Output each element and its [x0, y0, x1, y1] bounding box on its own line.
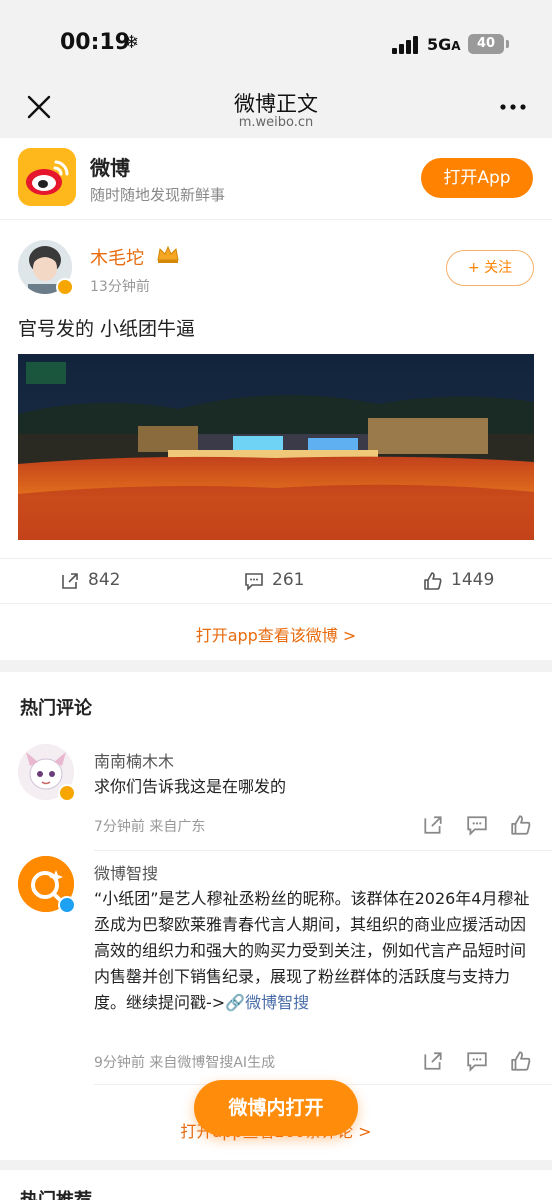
verified-badge-icon: [58, 784, 76, 802]
post-time: 13分钟前: [90, 279, 150, 295]
section-gap: [0, 1160, 552, 1170]
comment-actions: [422, 814, 542, 838]
comment-icon: [245, 573, 263, 591]
thumbs-up-icon: [424, 572, 442, 590]
hot-comments-title: 热门评论: [20, 698, 92, 719]
battery-indicator: 40: [468, 34, 504, 54]
thumbs-up-icon[interactable]: [510, 814, 532, 836]
network-indicator: 5GA: [427, 35, 461, 54]
status-time: 00:19: [60, 30, 131, 55]
page-title: 微博正文: [234, 92, 318, 116]
commenter-name[interactable]: 南南楠木木: [94, 748, 174, 772]
divider: [94, 850, 552, 851]
snowflake-icon: ❄: [124, 32, 140, 53]
author-avatar[interactable]: [18, 240, 74, 296]
app-name: 微博: [90, 156, 130, 180]
crown-icon: [157, 245, 179, 263]
app-tagline: 随时随地发现新鲜事: [90, 186, 226, 204]
comment-icon[interactable]: [466, 1050, 488, 1072]
thumbs-up-icon[interactable]: [510, 1050, 532, 1072]
share-icon[interactable]: [422, 814, 444, 836]
post-text: 官号发的 小纸团牛逼: [18, 318, 196, 340]
repost-count: 842: [88, 570, 121, 590]
like-button[interactable]: 1449: [424, 570, 495, 590]
comment-meta: 9分钟前 来自微博智搜AI生成: [94, 1055, 276, 1071]
ai-search-link[interactable]: 🔗微博智搜: [225, 993, 309, 1012]
more-icon[interactable]: [498, 92, 528, 122]
post-card: 木毛坨 13分钟前 + 关注 官号发的 小纸团牛逼 842 261 1449 打…: [0, 220, 552, 660]
post-image[interactable]: [18, 354, 534, 540]
battery-tip: [506, 40, 509, 48]
page-url: m.weibo.cn: [238, 115, 314, 130]
open-weibo-in-app-link[interactable]: 打开app查看该微博 >: [0, 622, 552, 646]
open-in-weibo-button[interactable]: 微博内打开: [194, 1080, 358, 1136]
repost-button[interactable]: 842: [62, 570, 121, 590]
weibo-logo-icon: [18, 148, 76, 206]
post-actions: 842 261 1449: [0, 558, 552, 604]
comment-meta: 7分钟前 来自广东: [94, 819, 206, 835]
comment-count: 261: [272, 570, 305, 590]
hot-recommend-title: 热门推荐: [20, 1186, 92, 1200]
share-icon: [62, 573, 78, 589]
verified-badge-icon: [56, 278, 74, 296]
status-bar: 00:19 ❄ 5GA 40: [0, 0, 552, 88]
commenter-name[interactable]: 微博智搜: [94, 860, 158, 884]
author-name[interactable]: 木毛坨: [90, 244, 144, 270]
like-count: 1449: [451, 570, 495, 590]
app-banner: 微博 随时随地发现新鲜事 打开App: [0, 138, 552, 220]
share-icon[interactable]: [422, 1050, 444, 1072]
comment-body: “小纸团”是艺人穆祉丞粉丝的昵称。该群体在2026年4月穆祉丞成为巴黎欧莱雅青春…: [94, 889, 530, 1012]
comment-actions: [422, 1050, 542, 1074]
follow-button[interactable]: + 关注: [446, 250, 534, 286]
comment-text: 求你们告诉我这是在哪发的: [94, 777, 287, 796]
comment-icon[interactable]: [466, 814, 488, 836]
comment-button[interactable]: 261: [245, 570, 305, 591]
navbar: 微博正文 m.weibo.cn: [0, 88, 552, 138]
open-app-button[interactable]: 打开App: [421, 158, 533, 198]
comment-text: “小纸团”是艺人穆祉丞粉丝的昵称。该群体在2026年4月穆祉丞成为巴黎欧莱雅青春…: [94, 886, 536, 1016]
section-gap: [0, 660, 552, 672]
signal-icon: [392, 36, 420, 54]
verified-badge-icon: [58, 896, 76, 914]
